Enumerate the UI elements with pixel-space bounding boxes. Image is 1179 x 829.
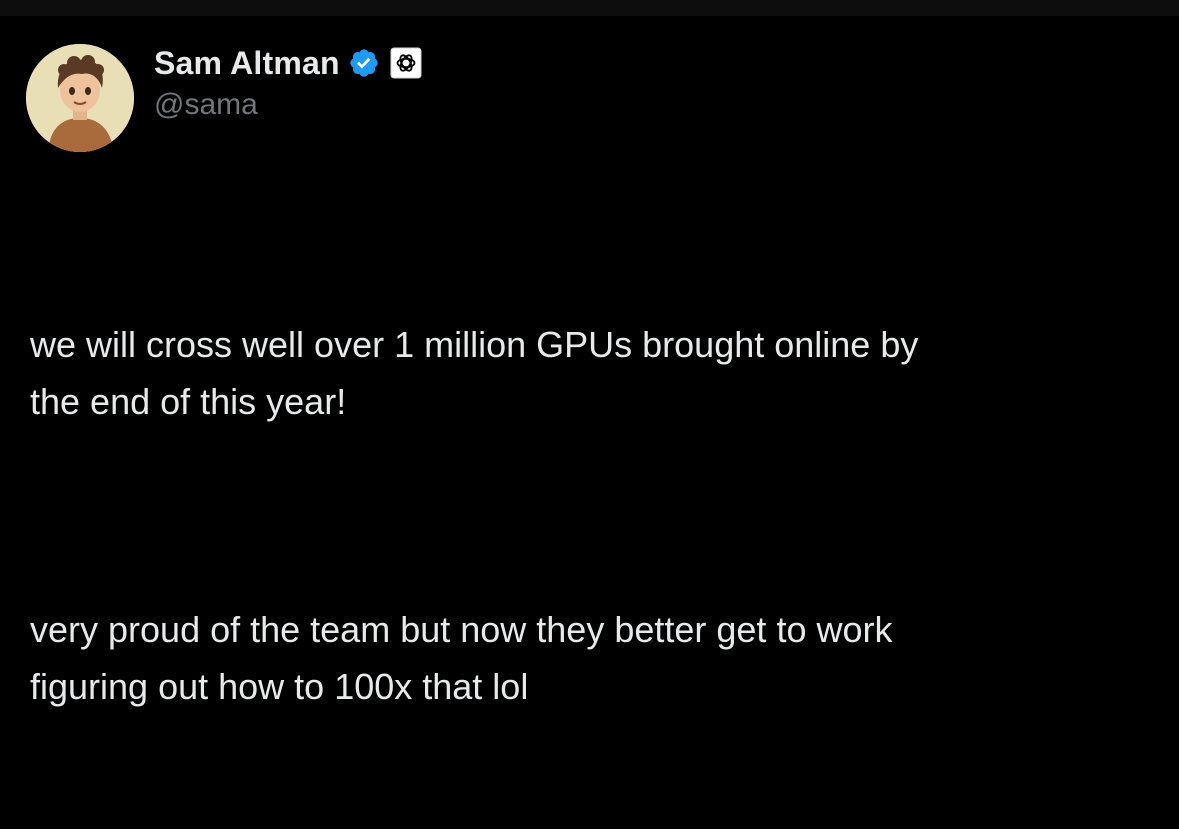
openai-affiliate-icon[interactable] xyxy=(390,47,422,79)
avatar[interactable] xyxy=(26,44,134,152)
cartoon-avatar-icon xyxy=(26,44,134,152)
verified-badge-icon[interactable] xyxy=(348,47,380,79)
author-handle[interactable]: @sama xyxy=(154,88,258,122)
top-bar xyxy=(0,0,1179,16)
tweet-paragraph-2: very proud of the team but now they bett… xyxy=(30,609,893,707)
tweet-paragraph-1: we will cross well over 1 million GPUs b… xyxy=(30,324,919,422)
author-name-row: Sam Altman xyxy=(154,43,422,83)
tweet-card: Sam Altman @sama we will cross well over… xyxy=(0,16,1179,707)
tweet-body: we will cross well over 1 million GPUs b… xyxy=(30,202,1150,829)
author-display-name[interactable]: Sam Altman xyxy=(154,45,340,82)
